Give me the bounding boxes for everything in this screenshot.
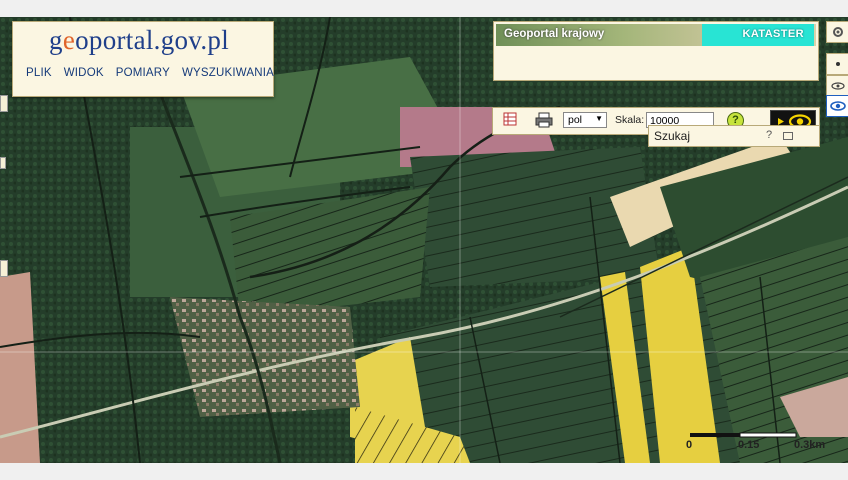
app-header: geoportal.gov.pl PLIK WIDOK POMIARY WYSZ… <box>12 21 274 97</box>
maximize-icon[interactable] <box>783 132 793 140</box>
logo-prefix: g <box>49 25 63 55</box>
language-value: pol <box>568 114 583 126</box>
settings-icon[interactable] <box>826 21 848 43</box>
left-panel-toggle-top[interactable] <box>0 95 8 112</box>
search-help-icon[interactable]: ? <box>766 129 772 141</box>
layer-panel: Geoportal krajowy KATASTER <box>493 21 819 81</box>
visibility-active-icon[interactable] <box>826 95 848 117</box>
layer-header: Geoportal krajowy KATASTER <box>496 24 816 46</box>
chevron-down-icon: ▼ <box>595 114 603 123</box>
layers-toggle-icon[interactable] <box>826 53 848 75</box>
logo-accent: e <box>62 25 76 55</box>
menu-pomiary[interactable]: POMIARY <box>116 67 170 79</box>
search-title[interactable]: Szukaj <box>654 129 690 143</box>
logo-rest: oportal.gov.pl <box>75 25 230 55</box>
menu-widok[interactable]: WIDOK <box>64 67 104 79</box>
main-menu: PLIK WIDOK POMIARY WYSZUKIWANIA <box>26 67 274 79</box>
scale-label: Skala: <box>615 114 645 126</box>
layer-panel-title: Geoportal krajowy <box>504 28 605 40</box>
scale-bar-start: 0 <box>686 439 693 451</box>
print-icon[interactable] <box>535 112 553 128</box>
scale-bar-end: 0.3km <box>794 439 826 451</box>
left-panel-handle[interactable] <box>0 157 6 169</box>
menu-wyszukiwania[interactable]: WYSZUKIWANIA <box>182 67 274 79</box>
eye-small-icon[interactable] <box>826 75 848 97</box>
search-panel: Szukaj ? <box>648 125 820 147</box>
left-panel-toggle-bottom[interactable] <box>0 260 8 277</box>
kataster-layer-button[interactable]: KATASTER <box>702 24 814 46</box>
language-select[interactable]: pol ▼ <box>563 112 607 128</box>
scale-bar: 0 0.15 0.3km <box>686 431 848 461</box>
grid-icon[interactable] <box>503 112 519 128</box>
map-frame: geoportal.gov.pl PLIK WIDOK POMIARY WYSZ… <box>0 17 848 463</box>
menu-plik[interactable]: PLIK <box>26 67 52 79</box>
scale-bar-mid: 0.15 <box>738 439 760 451</box>
geoportal-logo[interactable]: geoportal.gov.pl <box>49 25 229 56</box>
